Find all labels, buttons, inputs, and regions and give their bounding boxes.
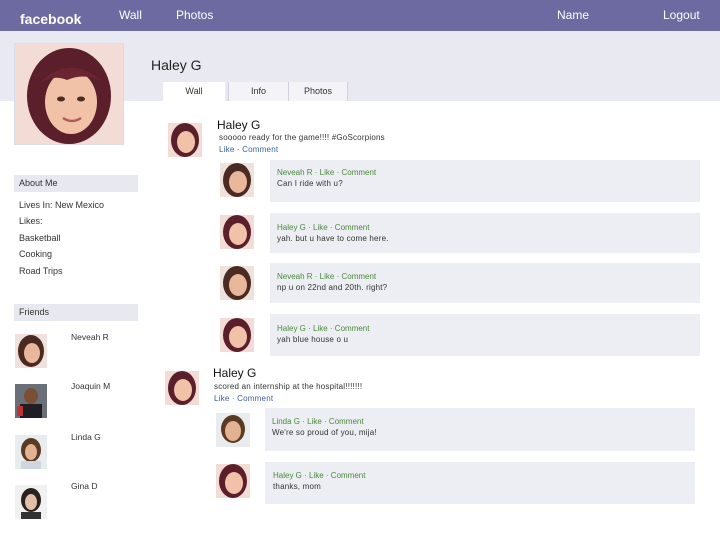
likes-label: Likes: [19, 216, 43, 226]
nav-wall-link[interactable]: Wall [119, 8, 142, 22]
comment-avatar[interactable] [216, 413, 250, 447]
friend-photo-gina[interactable] [15, 485, 47, 519]
nav-photos-link[interactable]: Photos [176, 8, 213, 22]
nav-logout-link[interactable]: Logout [663, 8, 700, 22]
post-like-comment-links[interactable]: Like · Comment [214, 394, 273, 403]
post-author-avatar[interactable] [165, 371, 199, 405]
about-me-heading: About Me [14, 175, 138, 192]
comment-avatar[interactable] [220, 163, 254, 197]
post-like-comment-links[interactable]: Like · Comment [219, 145, 278, 154]
like-item: Road Trips [19, 266, 63, 276]
comment-text: thanks, mom [273, 482, 321, 491]
comment-meta[interactable]: Linda G · Like · Comment [272, 417, 364, 426]
facebook-logo[interactable]: facebook [20, 11, 81, 27]
comment-meta[interactable]: Haley G · Like · Comment [277, 324, 369, 333]
like-item: Cooking [19, 249, 53, 259]
comment-avatar[interactable] [220, 318, 254, 352]
tab-photos[interactable]: Photos [288, 82, 348, 101]
post-text: scored an internship at the hospital!!!!… [214, 382, 363, 391]
post-author-name[interactable]: Haley G [217, 118, 260, 132]
lives-in-text: Lives In: New Mexico [19, 200, 105, 210]
comment-text: yah blue house o u [277, 335, 349, 344]
tab-info[interactable]: Info [228, 82, 288, 101]
friends-heading: Friends [14, 304, 138, 321]
friend-photo-neveah[interactable] [15, 334, 47, 368]
post-author-avatar[interactable] [168, 123, 202, 157]
comment-text: yah. but u have to come here. [277, 234, 389, 243]
comment-meta[interactable]: Haley G · Like · Comment [273, 471, 365, 480]
comment-box [270, 213, 700, 253]
comment-text: Can I ride with u? [277, 179, 343, 188]
comment-avatar[interactable] [220, 215, 254, 249]
profile-picture-image [15, 44, 123, 144]
comment-meta[interactable]: Neveah R · Like · Comment [277, 168, 376, 177]
comment-meta[interactable]: Haley G · Like · Comment [277, 223, 369, 232]
friend-photo-linda[interactable] [15, 435, 47, 469]
friend-name[interactable]: Joaquin M [71, 381, 110, 391]
friend-photo-joaquin[interactable] [15, 384, 47, 418]
comment-text: np u on 22nd and 20th. right? [277, 283, 388, 292]
friend-name[interactable]: Neveah R [71, 332, 109, 342]
comment-meta[interactable]: Neveah R · Like · Comment [277, 272, 376, 281]
tab-wall[interactable]: Wall [163, 82, 225, 101]
nav-name-link[interactable]: Name [557, 8, 589, 22]
comment-text: We're so proud of you, mija! [272, 428, 377, 437]
friend-name[interactable]: Linda G [71, 432, 101, 442]
profile-name: Haley G [151, 57, 202, 73]
comment-avatar[interactable] [216, 464, 250, 498]
comment-box [265, 462, 695, 504]
post-text: sooooo ready for the game!!!! #GoScorpio… [219, 133, 385, 142]
post-author-name[interactable]: Haley G [213, 366, 256, 380]
like-item: Basketball [19, 233, 61, 243]
profile-picture[interactable] [14, 43, 124, 145]
friend-name[interactable]: Gina D [71, 481, 97, 491]
top-bar [0, 0, 720, 31]
comment-avatar[interactable] [220, 266, 254, 300]
